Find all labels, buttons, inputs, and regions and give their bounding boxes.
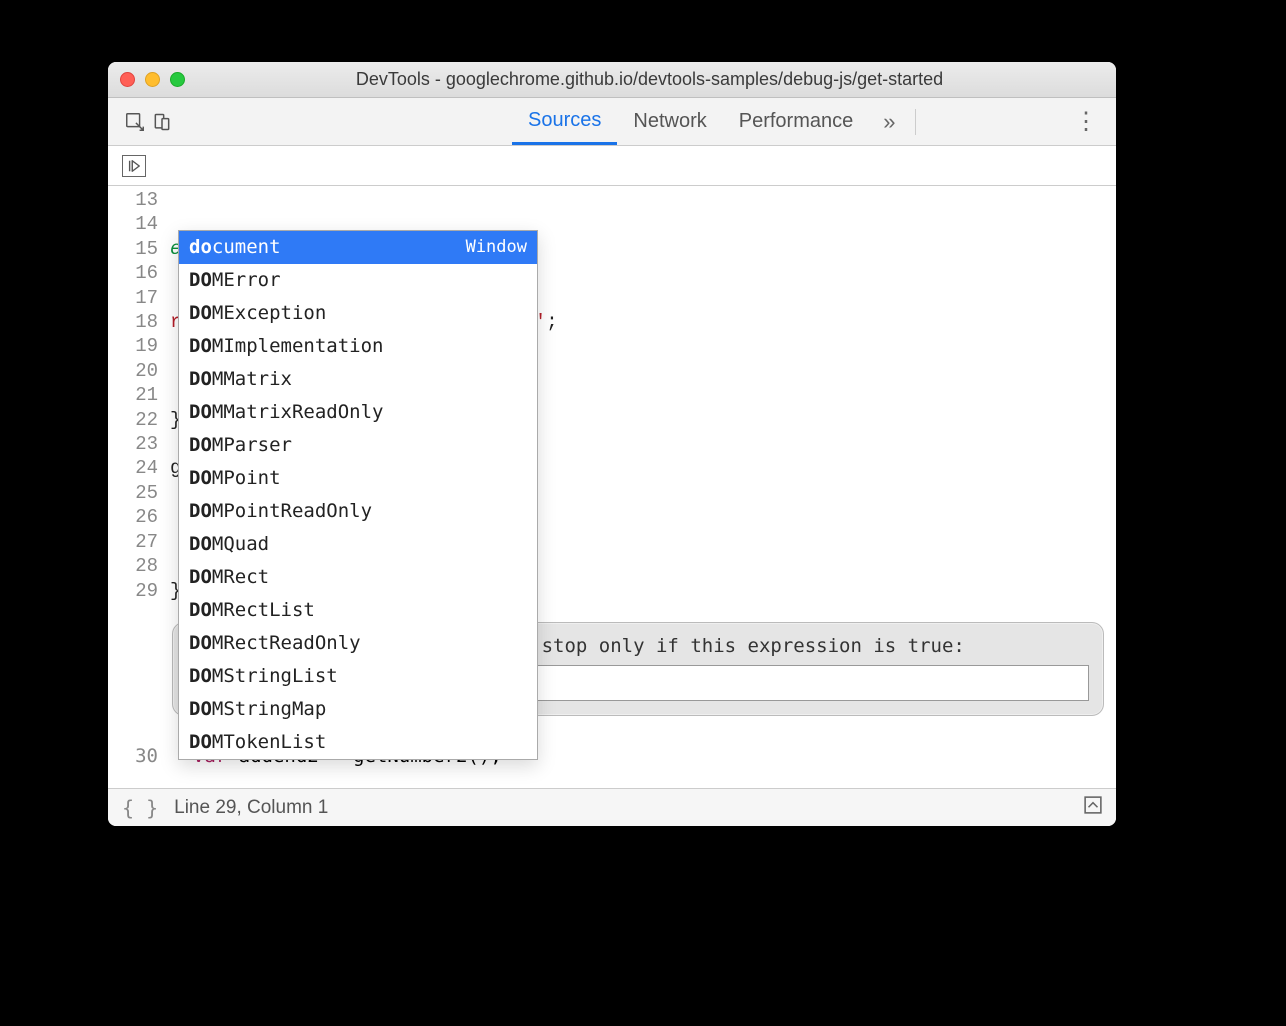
autocomplete-match: do [189,235,212,260]
gutter-30: 30 [108,744,166,768]
maximize-button[interactable] [170,72,185,87]
minimize-button[interactable] [145,72,160,87]
autocomplete-rest: MRectList [212,598,315,623]
autocomplete-rest: MPointReadOnly [212,499,372,524]
autocomplete-rest: cument [212,235,281,260]
tabs-overflow-button[interactable]: » [869,109,909,135]
autocomplete-item[interactable]: DOMMatrix [179,363,537,396]
autocomplete-rest: MParser [212,433,292,458]
autocomplete-rest: MRect [212,565,269,590]
gutter-line[interactable]: 17 [108,286,158,310]
autocomplete-item[interactable]: DOMStringList [179,660,537,693]
code-editor[interactable]: 1314151617181920212223242526272829 ense.… [108,186,1116,788]
autocomplete-item[interactable]: DOMMatrixReadOnly [179,396,537,429]
autocomplete-item[interactable]: DOMTokenList [179,726,537,759]
devtools-tabbar: Sources Network Performance » ⋮ [108,98,1116,146]
autocomplete-match: DO [189,598,212,623]
autocomplete-rest: MPoint [212,466,281,491]
autocomplete-match: DO [189,664,212,689]
divider [915,109,916,135]
autocomplete-item[interactable]: DOMRectReadOnly [179,627,537,660]
tab-network-label: Network [633,110,706,133]
autocomplete-item[interactable]: DOMStringMap [179,693,537,726]
resume-script-icon[interactable] [122,155,146,177]
autocomplete-match: DO [189,565,212,590]
gutter-line[interactable]: 21 [108,383,158,407]
pretty-print-icon[interactable]: { } [122,796,158,820]
tab-sources[interactable]: Sources [512,98,617,145]
collapse-panel-icon[interactable] [1084,796,1102,820]
traffic-lights [120,72,185,87]
autocomplete-match: DO [189,697,212,722]
tab-performance[interactable]: Performance [723,98,870,145]
autocomplete-item[interactable]: DOMPoint [179,462,537,495]
gutter-line[interactable]: 15 [108,237,158,261]
window-title: DevTools - googlechrome.github.io/devtoo… [195,69,1104,90]
gutter-line[interactable]: 29 [108,579,158,603]
close-button[interactable] [120,72,135,87]
autocomplete-rest: MError [212,268,281,293]
inspect-icon[interactable] [118,111,152,133]
autocomplete-rest: MTokenList [212,730,326,755]
sources-toolbar [108,146,1116,186]
autocomplete-item[interactable]: DOMRect [179,561,537,594]
autocomplete-rest: MImplementation [212,334,384,359]
autocomplete-match: DO [189,466,212,491]
autocomplete-rest: MStringMap [212,697,326,722]
titlebar: DevTools - googlechrome.github.io/devtoo… [108,62,1116,98]
autocomplete-type-label: Window [466,235,527,260]
autocomplete-rest: MMatrix [212,367,292,392]
autocomplete-match: DO [189,367,212,392]
tab-performance-label: Performance [739,110,854,133]
devtools-window: DevTools - googlechrome.github.io/devtoo… [108,62,1116,826]
gutter-line[interactable]: 19 [108,334,158,358]
line-gutter: 1314151617181920212223242526272829 [108,186,166,788]
autocomplete-item[interactable]: DOMParser [179,429,537,462]
autocomplete-match: DO [189,301,212,326]
autocomplete-popup: documentWindowDOMErrorDOMExceptionDOMImp… [178,230,538,760]
autocomplete-item[interactable]: DOMError [179,264,537,297]
tab-network[interactable]: Network [617,98,722,145]
gutter-line[interactable]: 14 [108,212,158,236]
autocomplete-rest: MRectReadOnly [212,631,361,656]
gutter-line[interactable]: 13 [108,188,158,212]
autocomplete-match: DO [189,400,212,425]
autocomplete-item[interactable]: document Window [179,231,537,264]
autocomplete-item[interactable]: DOMImplementation [179,330,537,363]
gutter-line[interactable]: 26 [108,505,158,529]
autocomplete-item[interactable]: DOMException [179,297,537,330]
device-mode-icon[interactable] [152,112,172,132]
tab-sources-label: Sources [528,109,601,132]
gutter-line[interactable]: 16 [108,261,158,285]
autocomplete-match: DO [189,532,212,557]
autocomplete-rest: MMatrixReadOnly [212,400,384,425]
autocomplete-match: DO [189,499,212,524]
gutter-line[interactable]: 27 [108,530,158,554]
autocomplete-rest: MQuad [212,532,269,557]
autocomplete-item[interactable]: DOMQuad [179,528,537,561]
gutter-line[interactable]: 28 [108,554,158,578]
gutter-line[interactable]: 18 [108,310,158,334]
autocomplete-rest: MException [212,301,326,326]
cursor-position-label: Line 29, Column 1 [174,797,328,819]
status-bar: { } Line 29, Column 1 [108,788,1116,826]
autocomplete-item[interactable]: DOMPointReadOnly [179,495,537,528]
autocomplete-match: DO [189,334,212,359]
gutter-line[interactable]: 20 [108,359,158,383]
autocomplete-rest: MStringList [212,664,338,689]
gutter-line[interactable]: 23 [108,432,158,456]
gutter-line[interactable]: 22 [108,408,158,432]
autocomplete-item[interactable]: DOMRectList [179,594,537,627]
gutter-line[interactable]: 25 [108,481,158,505]
autocomplete-match: DO [189,730,212,755]
autocomplete-match: DO [189,631,212,656]
settings-menu-icon[interactable]: ⋮ [1066,107,1106,136]
gutter-line[interactable]: 24 [108,456,158,480]
autocomplete-match: DO [189,433,212,458]
autocomplete-match: DO [189,268,212,293]
